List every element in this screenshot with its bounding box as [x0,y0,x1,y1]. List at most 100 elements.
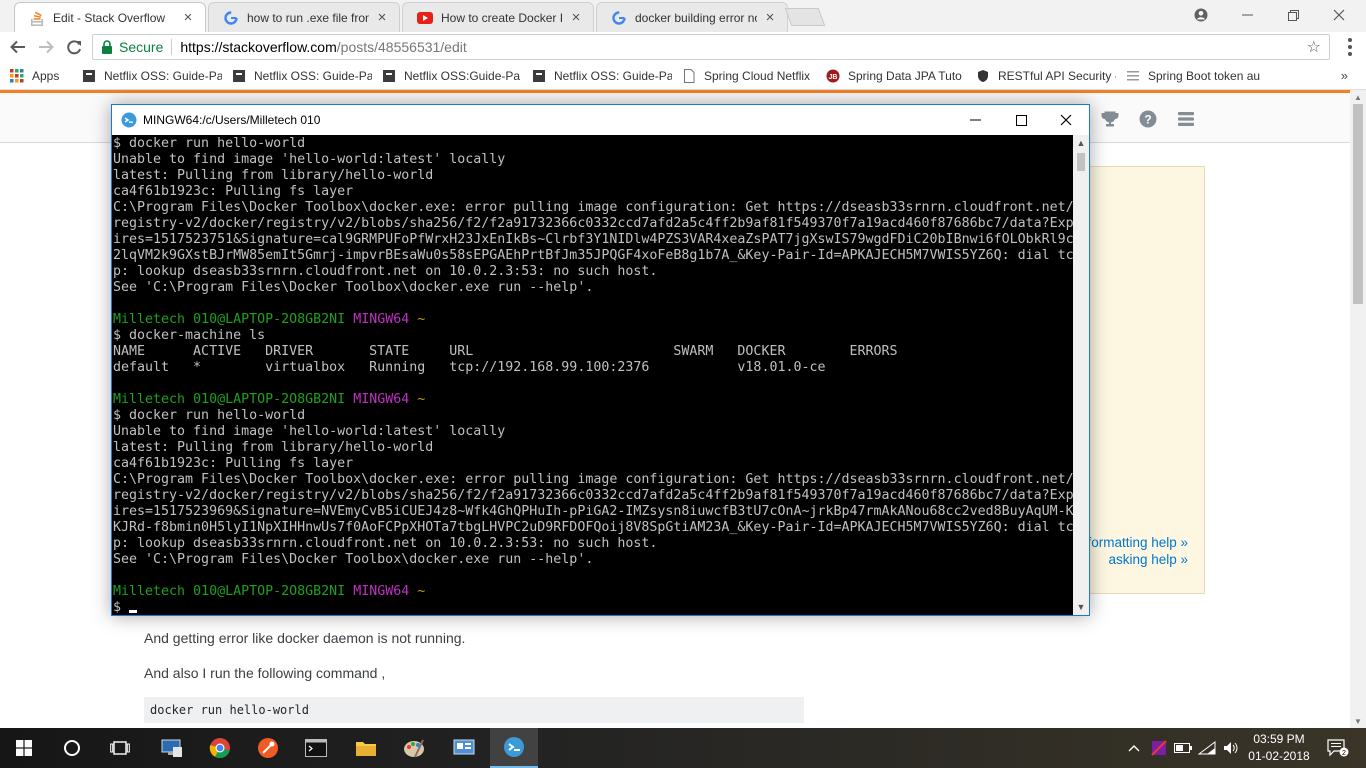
tab-close-icon[interactable]: × [763,9,777,26]
terminal-scroll-down-icon[interactable]: ▼ [1073,599,1089,615]
terminal-scrollbar[interactable]: ▲ ▼ [1073,135,1089,615]
stackoverflow-icon [29,10,45,26]
chrome-icon[interactable] [196,728,244,768]
terminal-line-text: Unable to find image 'hello-world:latest… [113,424,506,439]
lines-icon [1126,69,1140,83]
tab-close-icon[interactable]: × [181,9,195,26]
scrollbar-thumb[interactable] [1353,104,1363,304]
bookmark-label: Spring Data JPA Tuto [848,68,962,83]
profile-icon[interactable] [1178,0,1224,30]
terminal-scroll-up-icon[interactable]: ▲ [1073,135,1089,151]
close-window-icon[interactable] [1316,0,1362,30]
bookmark-apps[interactable]: Apps [10,68,72,83]
terminal-line: See 'C:\Program Files\Docker Toolbox\doc… [113,552,1073,568]
bookmark-netflix-oss-4[interactable]: Netflix OSS: Guide-Pa [532,69,672,83]
bookmark-netflix-oss-3[interactable]: Netflix OSS:Guide-Pa [382,69,522,83]
terminal-line-text: KJRd-f8bmin0H5lyI1NpXIHHnwUs7f0AoFCPpXHO… [113,520,1073,535]
chrome-menu-icon[interactable] [1348,38,1352,56]
bookmarks-bar: Apps Netflix OSS: Guide-Pa Netflix OSS: … [0,62,1366,90]
terminal-cursor [129,610,138,613]
volume-icon[interactable] [1220,728,1242,768]
terminal-output[interactable]: $ docker run hello-world Unable to find i… [112,135,1073,615]
prompt-path: ~ [417,312,426,327]
scroll-up-arrow-icon[interactable]: ▲ [1350,90,1366,104]
terminal-scroll-thumb[interactable] [1077,153,1085,171]
paint-icon[interactable] [390,728,438,768]
tab-close-icon[interactable]: × [569,9,583,26]
asking-help-link[interactable]: asking help » [1108,552,1188,567]
this-pc-icon[interactable] [148,728,196,768]
terminal-line: ca4f61b1923c: Pulling fs layer [113,456,1073,472]
lock-icon [101,40,113,54]
prompt-user: Milletech 010@LAPTOP-2O8GB2NI [113,584,346,599]
terminal-maximize-icon[interactable] [998,105,1044,135]
action-center-icon[interactable]: 2 [1318,728,1358,768]
terminal-line-text: registry-v2/docker/registry/v2/blobs/sha… [113,488,1073,503]
formatting-help-link[interactable]: formatting help » [1087,535,1188,550]
terminal-minimize-icon[interactable] [952,105,998,135]
prompt-path: ~ [417,392,426,407]
postman-icon[interactable] [244,728,292,768]
terminal-titlebar[interactable]: MINGW64:/c/Users/Milletech 010 [112,105,1089,135]
trophy-icon[interactable] [1100,109,1120,129]
tab-close-icon[interactable]: × [375,9,389,26]
bookmark-label: Netflix OSS: Guide-Pa [254,68,372,83]
terminal-line: latest: Pulling from library/hello-world [113,440,1073,456]
tab-edit-stack-overflow[interactable]: Edit - Stack Overflow × [14,2,206,32]
mintty-icon [121,112,137,128]
terminal-window[interactable]: MINGW64:/c/Users/Milletech 010 $ docker … [111,104,1090,616]
page-scrollbar[interactable]: ▲ ▼ [1350,90,1366,728]
mintty-taskbar-icon[interactable] [490,728,538,768]
wifi-icon[interactable] [1196,728,1218,768]
terminal-line-text: $ docker run hello-world [113,408,306,423]
terminal-line-text: NAME ACTIVE DRIVER STATE URL SWARM DOCKE… [113,344,898,359]
browser-toolbar: Secure https://stackoverflow.com/posts/4… [0,32,1366,62]
bookmark-spring-boot-token[interactable]: Spring Boot token au [1126,69,1266,83]
terminal-line: $ docker-machine ls [113,328,1073,344]
tab-how-to-run-exe[interactable]: how to run .exe file from × [208,2,400,32]
restore-icon[interactable] [1270,0,1316,30]
bookmark-label: Spring Cloud Netflix [704,68,811,83]
bookmark-restful-api-security[interactable]: RESTful API Security - [976,69,1116,83]
windows-start-icon[interactable] [0,728,48,768]
help-icon[interactable]: ? [1138,109,1158,129]
site-switcher-icon[interactable] [1176,109,1196,129]
terminal-line-text: 2lqVM2k9GXstBJrMW85emIt5Gmrj-impvrBEsaWu… [113,248,1073,263]
new-tab-button[interactable] [784,8,826,26]
file-explorer-icon[interactable] [342,728,390,768]
minimize-icon[interactable] [1224,0,1270,30]
bookmark-label: Netflix OSS:Guide-Pa [404,68,521,83]
terminal-title: MINGW64:/c/Users/Milletech 010 [143,113,321,127]
battery-icon[interactable] [1172,728,1194,768]
reload-icon[interactable] [64,37,84,57]
cortana-search-icon[interactable] [48,728,96,768]
command-prompt-icon[interactable] [292,728,340,768]
bookmark-netflix-oss-2[interactable]: Netflix OSS: Guide-Pa [232,69,372,83]
windows-taskbar: 03:59 PM 01-02-2018 2 [0,728,1366,768]
task-view-icon[interactable] [96,728,144,768]
control-panel-icon[interactable] [440,728,488,768]
terminal-line: $ docker run hello-world [113,136,1073,152]
back-arrow-icon[interactable] [8,37,28,57]
bookmark-spring-cloud-netflix[interactable]: Spring Cloud Netflix [682,68,816,83]
bookmark-spring-data-jpa[interactable]: JB Spring Data JPA Tuto [826,69,966,83]
terminal-line-text: Unable to find image 'hello-world:latest… [113,152,506,167]
taskbar-clock[interactable]: 03:59 PM 01-02-2018 [1245,731,1313,765]
bookmark-netflix-oss-1[interactable]: Netflix OSS: Guide-Pa [82,69,222,83]
tab-create-docker-image[interactable]: How to create Docker Im × [402,2,594,32]
tab-docker-building-error[interactable]: docker building error no × [596,2,788,32]
bookmarks-overflow-button[interactable]: » [1341,68,1348,83]
secure-label: Secure [119,39,164,55]
terminal-line: C:\Program Files\Docker Toolbox\docker.e… [113,200,1073,216]
terminal-line-text: $ docker run hello-world [113,136,306,151]
terminal-close-icon[interactable] [1043,105,1089,135]
terminal-line: 2lqVM2k9GXstBJrMW85emIt5Gmrj-impvrBEsaWu… [113,248,1073,264]
address-bar[interactable]: Secure https://stackoverflow.com/posts/4… [92,34,1330,60]
tray-chevron-up-icon[interactable] [1124,728,1144,768]
forward-arrow-icon[interactable] [36,37,56,57]
scroll-down-arrow-icon[interactable]: ▼ [1350,714,1366,728]
clock-time: 03:59 PM [1253,732,1305,746]
tray-app-icon[interactable] [1148,728,1170,768]
bookmark-star-icon[interactable]: ☆ [1307,37,1321,57]
